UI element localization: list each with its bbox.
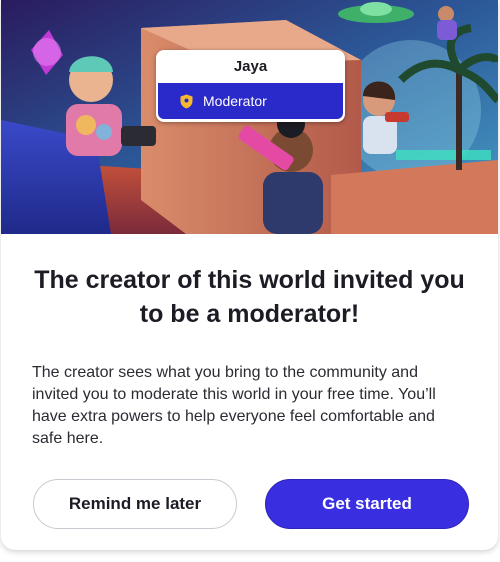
hero-illustration: Jaya Moderator bbox=[1, 0, 498, 234]
dialog-body: The creator sees what you bring to the c… bbox=[32, 364, 436, 447]
member-role-tag: Moderator bbox=[158, 83, 343, 119]
member-name: Jaya bbox=[233, 58, 268, 75]
get-started-button[interactable]: Get started bbox=[265, 479, 469, 529]
moderator-invite-dialog: Jaya Moderator The creator of this world… bbox=[1, 0, 498, 550]
dialog-title: The creator of this world invited you to… bbox=[34, 266, 465, 328]
member-role-label: Moderator bbox=[203, 93, 267, 109]
member-badge-card: Jaya Moderator bbox=[156, 50, 345, 122]
shield-icon bbox=[180, 94, 193, 108]
remind-me-later-button[interactable]: Remind me later bbox=[33, 479, 237, 529]
